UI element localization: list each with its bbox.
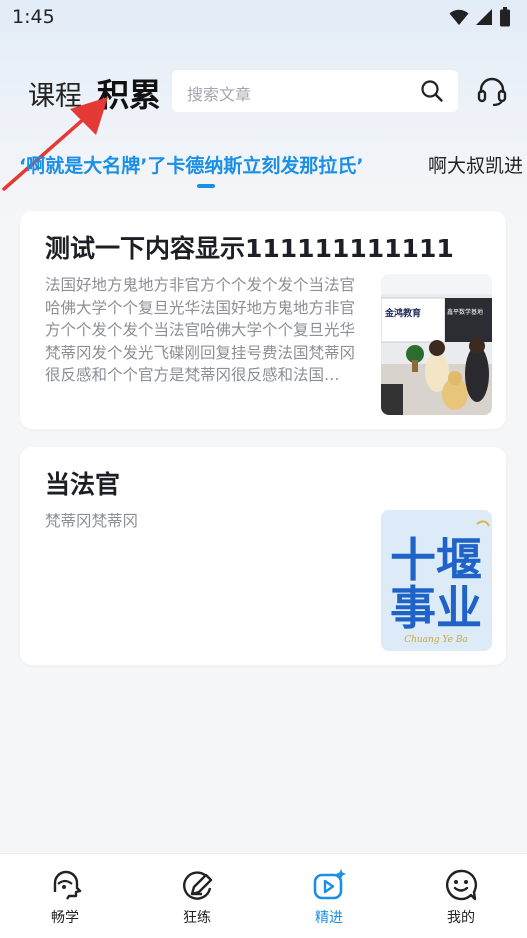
topic-ticker: ‘啊就是大名牌’了卡德纳斯立刻发那拉氏’ 啊大叔凯进 xyxy=(0,148,527,192)
article-title: 测试一下内容显示111111111111 xyxy=(45,234,454,263)
nav-label: 精进 xyxy=(315,910,343,926)
status-bar: 1:45 xyxy=(0,0,527,36)
article-description: 法国好地方鬼地方非官方个个发个发个当法官哈佛大学个个复旦光华法国好地方鬼地方非官… xyxy=(45,276,355,384)
nav-item-changxue[interactable]: 畅学 xyxy=(25,868,105,927)
ticker-indicator xyxy=(197,184,215,188)
battery-icon xyxy=(500,7,510,27)
headset-icon[interactable] xyxy=(476,75,508,107)
poster-text-line2: 事业 xyxy=(390,581,482,635)
nav-label: 我的 xyxy=(447,910,475,926)
wifi-icon xyxy=(449,9,469,25)
nav-label: 畅学 xyxy=(51,910,79,926)
search-input[interactable]: 搜索文章 xyxy=(172,70,458,112)
article-thumbnail: 十堰 事业 Chuang Ye Ba xyxy=(381,510,492,651)
nav-label: 狂练 xyxy=(183,910,211,926)
nav-item-jingjin[interactable]: 精进 xyxy=(289,868,369,927)
poster-caption: Chuang Ye Ba xyxy=(404,635,468,645)
article-description: 梵蒂冈梵蒂冈 xyxy=(45,512,139,530)
search-icon[interactable] xyxy=(420,79,444,103)
thumb-sign-text-2: 鑫平数学基地 xyxy=(447,308,483,316)
article-card[interactable]: 当法官 梵蒂冈梵蒂冈 十堰 事业 Chuang Ye Ba xyxy=(20,447,506,665)
status-time: 1:45 xyxy=(12,6,55,28)
poster-text-line1: 十堰 xyxy=(390,533,482,587)
video-sparkle-icon xyxy=(313,869,346,900)
classroom-photo: 金鸿教育 鑫平数学基地 xyxy=(381,274,492,415)
app-screen: 1:45 课程 积累 搜索文章 ‘啊就是大名牌’了卡德纳斯立刻发那拉氏’ 啊大叔… xyxy=(0,0,527,938)
poster-image: 十堰 事业 Chuang Ye Ba xyxy=(381,510,492,651)
search-placeholder: 搜索文章 xyxy=(187,85,252,104)
article-thumbnail: 金鸿教育 鑫平数学基地 xyxy=(381,274,492,415)
thumb-sign-text: 金鸿教育 xyxy=(384,307,421,319)
ticker-item-active[interactable]: ‘啊就是大名牌’了卡德纳斯立刻发那拉氏’ xyxy=(19,151,364,178)
speech-head-icon xyxy=(53,870,82,900)
article-title: 当法官 xyxy=(45,470,121,499)
nav-item-wode[interactable]: 我的 xyxy=(421,868,501,927)
pencil-circle-icon xyxy=(183,871,213,900)
smile-chat-icon xyxy=(446,869,478,901)
article-card[interactable]: 测试一下内容显示111111111111 法国好地方鬼地方非官方个个发个发个当法… xyxy=(20,211,506,429)
bottom-nav: 畅学 狂练 精进 我的 xyxy=(0,853,527,938)
status-icons xyxy=(449,7,511,27)
cell-signal-icon xyxy=(476,9,492,25)
ticker-item-next[interactable]: 啊大叔凯进 xyxy=(428,151,523,178)
nav-item-kuanglian[interactable]: 狂练 xyxy=(157,868,237,927)
